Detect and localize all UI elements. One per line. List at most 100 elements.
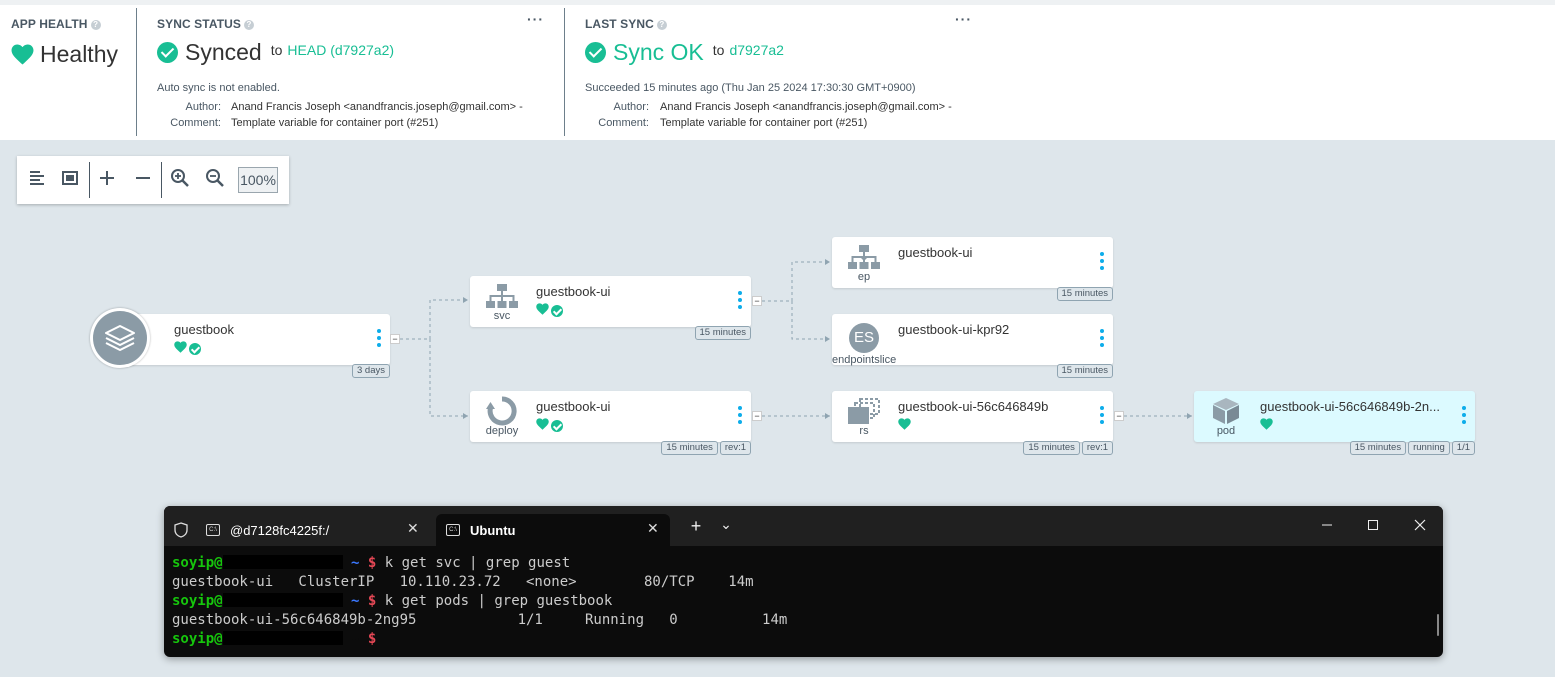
check-circle-icon bbox=[189, 343, 201, 355]
app-health-section: APP HEALTH? Healthy bbox=[0, 5, 136, 140]
help-icon[interactable]: ? bbox=[656, 20, 667, 30]
node-name: guestbook-ui bbox=[898, 245, 973, 260]
kebab-menu-icon[interactable] bbox=[1099, 329, 1105, 349]
kebab-menu-icon[interactable] bbox=[1461, 406, 1467, 426]
kebab-menu-icon[interactable] bbox=[737, 406, 743, 426]
heart-icon bbox=[898, 417, 911, 435]
shield-icon[interactable] bbox=[174, 522, 188, 543]
heart-icon bbox=[536, 417, 549, 435]
kebab-menu-icon[interactable] bbox=[737, 291, 743, 311]
collapse-all-icon[interactable] bbox=[131, 168, 155, 192]
terminal-icon: C:\ bbox=[206, 524, 220, 536]
pod-ready-badge: 1/1 bbox=[1451, 441, 1475, 455]
graph-node-endpointslice[interactable]: ES endpointslice guestbook-ui-kpr92 15 m… bbox=[832, 314, 1113, 378]
node-kind: rs bbox=[859, 425, 869, 437]
endpoints-icon bbox=[844, 243, 884, 271]
comment-label: Comment: bbox=[170, 117, 221, 129]
close-window-icon[interactable] bbox=[1410, 516, 1430, 536]
new-tab-button[interactable]: + bbox=[686, 516, 706, 536]
node-kind: ep bbox=[857, 271, 871, 283]
minimize-icon[interactable] bbox=[1317, 516, 1337, 536]
graph-node-ep[interactable]: ep guestbook-ui 15 minutes bbox=[832, 237, 1113, 301]
endpointslice-icon: ES bbox=[844, 320, 884, 353]
deployment-icon bbox=[482, 396, 522, 426]
node-name: guestbook-ui-56c646849b bbox=[898, 399, 1049, 414]
pod-state-badge: running bbox=[1408, 441, 1450, 455]
redacted-hostname bbox=[222, 593, 343, 607]
redacted-hostname bbox=[222, 555, 343, 569]
zoom-out-icon[interactable] bbox=[203, 168, 227, 192]
last-sync-revision-link[interactable]: d7927a2 bbox=[729, 42, 784, 58]
author-value: Anand Francis Joseph <anandfrancis.josep… bbox=[231, 101, 523, 113]
collapse-toggle[interactable]: − bbox=[390, 334, 400, 344]
terminal-icon: C:\ bbox=[446, 524, 460, 536]
graph-node-rs[interactable]: rs guestbook-ui-56c646849b 15 minutes re… bbox=[832, 391, 1113, 455]
zoom-in-icon[interactable] bbox=[168, 168, 192, 192]
heart-icon bbox=[11, 44, 34, 65]
help-icon[interactable]: ? bbox=[244, 20, 254, 30]
comment-label: Comment: bbox=[598, 117, 649, 129]
author-value: Anand Francis Joseph <anandfrancis.josep… bbox=[660, 101, 952, 113]
help-icon[interactable]: ? bbox=[90, 20, 101, 30]
collapse-toggle[interactable]: − bbox=[752, 296, 762, 306]
terminal-line: guestbook-ui ClusterIP 10.110.23.72 <non… bbox=[172, 574, 754, 590]
sync-status-title: SYNC STATUS bbox=[157, 17, 241, 31]
zoom-level[interactable]: 100% bbox=[238, 167, 278, 193]
comment-value: Template variable for container port (#2… bbox=[660, 117, 868, 129]
revision-badge: rev:1 bbox=[719, 441, 751, 455]
terminal-window: C:\ @d7128fc4225f:/ ✕ C:\ Ubuntu ✕ + ⌄ s… bbox=[164, 506, 1443, 657]
terminal-line: soyip@ ~ $ k get pods | grep guestbook bbox=[172, 593, 613, 609]
age-badge: 15 minutes bbox=[694, 326, 751, 340]
terminal-tab-ubuntu[interactable]: C:\ Ubuntu ✕ bbox=[436, 514, 670, 546]
terminal-tab-remote[interactable]: C:\ @d7128fc4225f:/ ✕ bbox=[196, 514, 432, 546]
collapse-toggle[interactable]: − bbox=[1114, 411, 1124, 421]
heart-icon bbox=[536, 302, 549, 320]
node-kind: endpointslice bbox=[832, 354, 897, 366]
service-icon bbox=[482, 282, 522, 310]
graph-node-svc[interactable]: svc guestbook-ui 15 minutes bbox=[470, 276, 751, 340]
age-badge: 15 minutes bbox=[1023, 441, 1080, 455]
last-sync-to-label: to bbox=[712, 41, 725, 58]
more-options-icon[interactable]: ··· bbox=[955, 11, 972, 27]
terminal-line: guestbook-ui-56c646849b-2ng95 1/1 Runnin… bbox=[172, 612, 788, 628]
more-options-icon[interactable]: ··· bbox=[527, 11, 544, 27]
sync-status-section: SYNC STATUS? ··· Synced to HEAD (d7927a2… bbox=[137, 5, 564, 140]
heart-icon bbox=[174, 340, 187, 358]
last-sync-status: Sync OK bbox=[613, 39, 704, 65]
author-label: Author: bbox=[613, 101, 649, 113]
app-health-title: APP HEALTH bbox=[11, 17, 88, 31]
application-icon bbox=[90, 308, 150, 368]
close-tab-icon[interactable]: ✕ bbox=[407, 520, 419, 537]
tab-dropdown-button[interactable]: ⌄ bbox=[716, 514, 736, 534]
kebab-menu-icon[interactable] bbox=[1099, 252, 1105, 272]
revision-badge: rev:1 bbox=[1081, 441, 1113, 455]
graph-node-application[interactable]: guestbook 3 days bbox=[120, 314, 390, 378]
redacted-hostname bbox=[222, 631, 343, 645]
terminal-scrollbar[interactable] bbox=[1437, 614, 1439, 636]
kebab-menu-icon[interactable] bbox=[376, 329, 382, 349]
node-name: guestbook-ui-kpr92 bbox=[898, 322, 1010, 337]
graph-node-deploy[interactable]: deploy guestbook-ui 15 minutes rev:1 bbox=[470, 391, 751, 455]
terminal-line: soyip@ ~ $ k get svc | grep guest bbox=[172, 555, 571, 571]
node-kind: svc bbox=[493, 310, 511, 322]
sync-target-link[interactable]: HEAD (d7927a2) bbox=[287, 42, 394, 58]
replicaset-icon bbox=[844, 397, 884, 425]
expand-all-icon[interactable] bbox=[95, 168, 119, 192]
check-circle-icon bbox=[157, 42, 178, 63]
check-circle-icon bbox=[551, 305, 563, 317]
fit-screen-icon[interactable] bbox=[58, 168, 82, 192]
kebab-menu-icon[interactable] bbox=[1099, 406, 1105, 426]
close-tab-icon[interactable]: ✕ bbox=[647, 520, 659, 537]
tab-label: Ubuntu bbox=[470, 522, 516, 538]
last-sync-section: LAST SYNC? ··· Sync OK to d7927a2 Succee… bbox=[565, 5, 985, 140]
author-label: Author: bbox=[185, 101, 221, 113]
age-badge: 15 minutes bbox=[1349, 441, 1407, 455]
maximize-icon[interactable] bbox=[1363, 516, 1383, 536]
age-badge: 15 minutes bbox=[1056, 364, 1113, 378]
app-status-panel: APP HEALTH? Healthy SYNC STATUS? ··· Syn… bbox=[0, 0, 1555, 140]
terminal-output[interactable]: soyip@ ~ $ k get svc | grep guest guestb… bbox=[172, 554, 787, 649]
align-left-icon[interactable] bbox=[25, 168, 49, 192]
collapse-toggle[interactable]: − bbox=[752, 411, 762, 421]
graph-node-pod[interactable]: pod guestbook-ui-56c646849b-2n... 15 min… bbox=[1194, 391, 1475, 455]
layers-icon bbox=[105, 325, 135, 351]
